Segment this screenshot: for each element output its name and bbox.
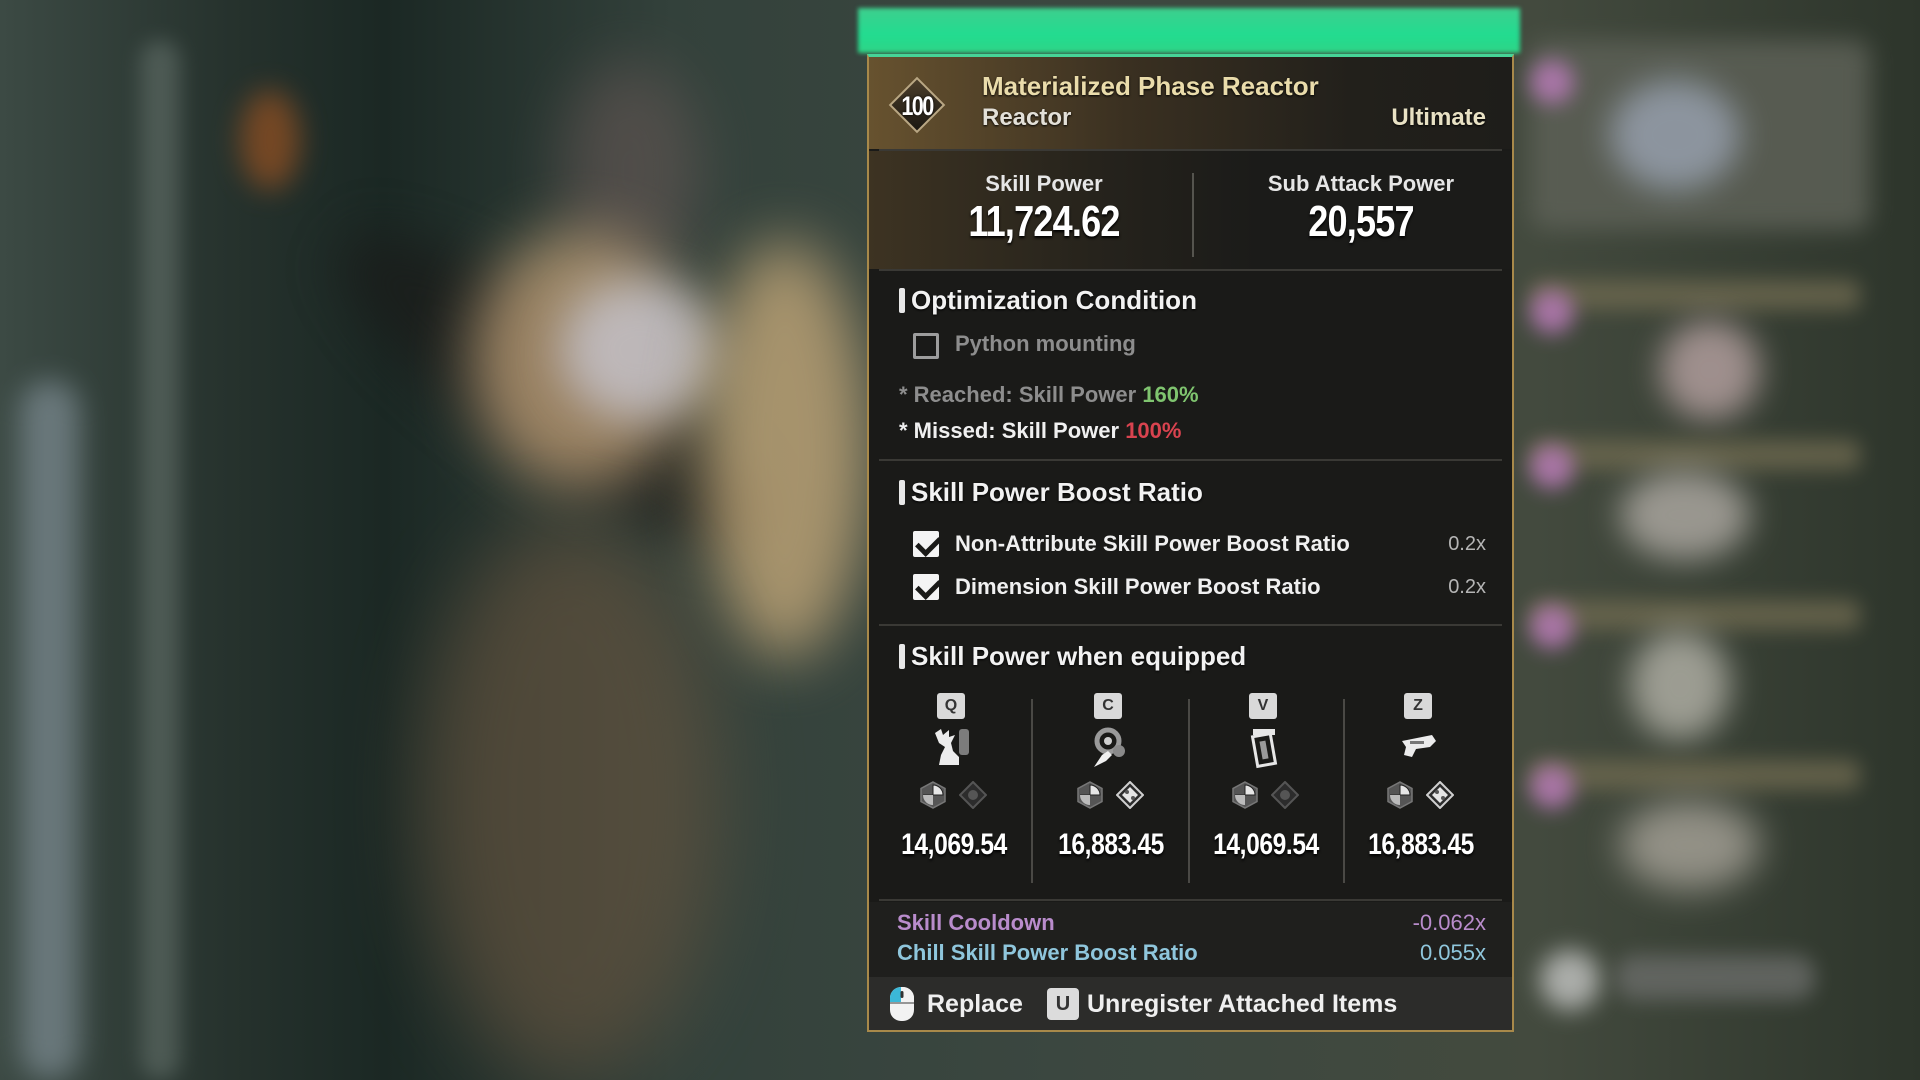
reached-label: * Reached: Skill Power — [899, 382, 1143, 407]
sub-stat-value: 0.055x — [1419, 940, 1486, 965]
diamond-rune-active-icon — [1116, 781, 1144, 809]
hex-rune-icon — [920, 781, 946, 809]
python-mounting-checkbox[interactable] — [913, 333, 939, 359]
slot-separator — [1188, 699, 1190, 883]
optimization-title: Optimization Condition — [899, 285, 1197, 316]
divider — [879, 459, 1502, 461]
boost-ratio-label: Non-Attribute Skill Power Boost Ratio — [955, 531, 1350, 556]
u-key-icon: U — [1047, 988, 1079, 1020]
item-tier: Ultimate — [1391, 104, 1486, 131]
key-badge: V — [1249, 693, 1277, 719]
missed-value: 100% — [1125, 418, 1182, 443]
skill-slot-c[interactable]: C 16,883.45 — [1036, 693, 1186, 883]
skill-power-value: 14,069.54 — [901, 828, 1007, 861]
tooltip-footer: Replace U Unregister Attached Items — [869, 977, 1512, 1030]
reached-note: * Reached: Skill Power 160% — [899, 382, 1199, 408]
gun-icon — [1402, 735, 1436, 757]
inventory-slot-bg — [1530, 440, 1860, 470]
claw-strike-icon — [935, 729, 969, 765]
missed-label: * Missed: Skill Power — [899, 418, 1126, 443]
stat-separator — [1192, 173, 1194, 257]
key-badge: C — [1094, 693, 1122, 719]
sub-attack-stat: Sub Attack Power 20,557 — [1211, 171, 1511, 247]
boost-ratio-label: Dimension Skill Power Boost Ratio — [955, 574, 1321, 599]
dimension-checkbox[interactable] — [913, 574, 939, 600]
skill-power-value: 16,883.45 — [1368, 828, 1474, 861]
skill-power-label: Skill Power — [985, 171, 1103, 196]
replace-button[interactable]: Replace — [889, 986, 1023, 1022]
equipped-title: Skill Power when equipped — [899, 641, 1246, 672]
sub-attack-value: 20,557 — [1308, 197, 1414, 246]
rarity-bar — [858, 8, 1520, 53]
inventory-slot-bg — [1530, 600, 1860, 630]
skill-slot-q[interactable]: Q 14,069.54 — [879, 693, 1029, 883]
sub-stat-label: Skill Cooldown — [897, 910, 1055, 935]
slot-separator — [1343, 699, 1345, 883]
boost-ratio-title: Skill Power Boost Ratio — [899, 477, 1203, 508]
mouse-left-click-icon — [890, 987, 914, 1021]
slot-separator — [1031, 699, 1033, 883]
boost-ratio-value: 0.2x — [1448, 533, 1486, 555]
skill-slots: Q 14,069.54 C 16,883.45 V 14,069.54 Z 16… — [879, 693, 1502, 883]
skill-slot-v[interactable]: V 14,069.54 — [1191, 693, 1341, 883]
skill-power-stat: Skill Power 11,724.62 — [894, 171, 1194, 247]
skill-slot-z[interactable]: Z 16,883.45 — [1346, 693, 1496, 883]
hex-rune-icon — [1387, 781, 1413, 809]
boost-ratio-value: 0.2x — [1448, 576, 1486, 598]
key-badge: Z — [1404, 693, 1432, 719]
level-badge: 100 — [888, 76, 946, 134]
missed-note: * Missed: Skill Power 100% — [899, 418, 1181, 444]
diamond-rune-inactive-icon — [959, 781, 987, 809]
skill-power-value: 16,883.45 — [1058, 828, 1164, 861]
unregister-label: Unregister Attached Items — [1087, 989, 1398, 1018]
item-tooltip: 100 Materialized Phase Reactor Reactor U… — [867, 54, 1514, 1032]
tooltip-header: 100 Materialized Phase Reactor Reactor U… — [869, 57, 1512, 149]
reached-value: 160% — [1142, 382, 1199, 407]
unregister-attached-items-button[interactable]: U Unregister Attached Items — [1047, 986, 1397, 1022]
main-stats: Skill Power 11,724.62 Sub Attack Power 2… — [869, 151, 1512, 269]
pillar-icon — [1250, 729, 1278, 769]
diamond-rune-active-icon — [1426, 781, 1454, 809]
sub-stats: Skill Cooldown -0.062x Chill Skill Power… — [869, 902, 1512, 978]
sub-attack-label: Sub Attack Power — [1267, 171, 1455, 196]
hand-vortex-icon — [1094, 727, 1125, 767]
sub-stat-row: Skill Cooldown -0.062x — [897, 910, 1486, 940]
condition-label: Python mounting — [955, 331, 1136, 356]
hex-rune-icon — [1077, 781, 1103, 809]
hex-rune-icon — [1232, 781, 1258, 809]
inventory-slot-bg — [1530, 760, 1860, 790]
skill-power-value: 14,069.54 — [1213, 828, 1319, 861]
divider — [879, 624, 1502, 626]
skill-power-value: 11,724.62 — [968, 197, 1120, 246]
inventory-slot-bg — [1530, 280, 1860, 310]
item-level: 100 — [901, 91, 934, 121]
sub-stat-label: Chill Skill Power Boost Ratio — [897, 940, 1198, 965]
sub-stat-row: Chill Skill Power Boost Ratio 0.055x — [897, 940, 1486, 970]
item-type: Reactor — [982, 104, 1072, 131]
divider — [879, 269, 1502, 271]
non-attribute-checkbox[interactable] — [913, 531, 939, 557]
diamond-rune-inactive-icon — [1271, 781, 1299, 809]
divider — [879, 899, 1502, 901]
item-name: Materialized Phase Reactor — [982, 71, 1319, 101]
replace-label: Replace — [927, 989, 1023, 1018]
key-badge: Q — [937, 693, 965, 719]
sub-stat-value: -0.062x — [1412, 910, 1486, 935]
